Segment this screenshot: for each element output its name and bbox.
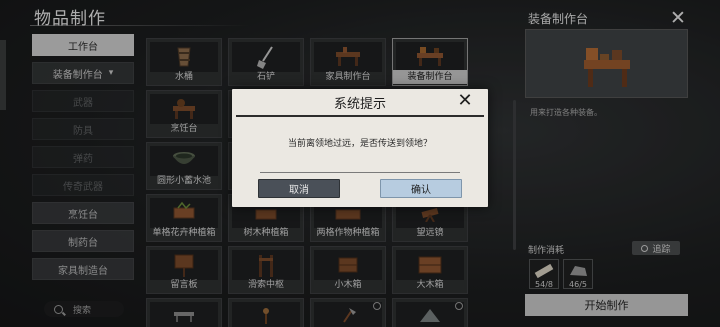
dialog-message: 当前离领地过远，是否传送到领地？ [287, 139, 432, 149]
cancel-button[interactable]: 取消 [258, 179, 340, 198]
dialog-divider [236, 115, 484, 117]
close-icon[interactable]: ✕ [456, 91, 474, 111]
confirm-button[interactable]: 确认 [380, 179, 462, 198]
dialog-divider [260, 172, 460, 173]
system-dialog: 系统提示 ✕ 当前离领地过远，是否传送到领地？ 取消 确认 [232, 89, 488, 207]
dialog-title: 系统提示 [333, 97, 386, 112]
